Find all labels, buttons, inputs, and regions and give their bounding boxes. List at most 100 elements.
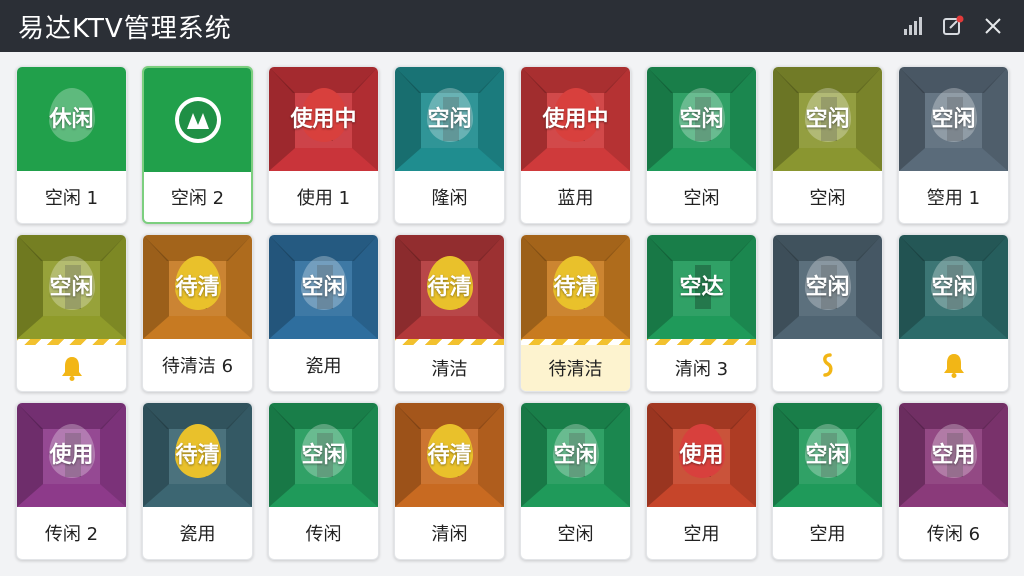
room-label: 清闲 (395, 507, 504, 559)
room-thumbnail: 待清 (143, 403, 252, 507)
room-thumbnail (144, 68, 251, 172)
room-status-text: 待清 (175, 275, 220, 300)
room-card[interactable]: 空闲 隆闲 (394, 66, 505, 224)
room-label: 空闲 (647, 171, 756, 223)
room-label: 传闲 (269, 507, 378, 559)
close-icon[interactable] (978, 11, 1008, 41)
room-label (17, 345, 126, 391)
room-status-text: 空闲 (805, 443, 850, 468)
room-thumbnail: 空闲 (773, 235, 882, 339)
room-card[interactable]: 待清 清洁 (394, 234, 505, 392)
room-label: 传闲 2 (17, 507, 126, 559)
room-status-text: 空闲 (301, 443, 346, 468)
room-label: 空用 (773, 507, 882, 559)
room-card[interactable]: 空闲 空闲 (646, 66, 757, 224)
room-card[interactable]: 空达清闲 3 (646, 234, 757, 392)
room-card[interactable]: 待清待清洁 6 (142, 234, 253, 392)
room-label-text: 传闲 2 (44, 524, 99, 545)
room-card[interactable]: 空闲 传闲 (268, 402, 379, 560)
room-card[interactable]: 空闲 空用 (772, 402, 883, 560)
room-card[interactable]: 空闲 空闲 (520, 402, 631, 560)
room-label-text: 待清洁 6 (161, 356, 234, 377)
room-thumbnail: 待清 (395, 403, 504, 507)
room-thumbnail: 使用中 (269, 67, 378, 171)
room-label: 传闲 6 (899, 507, 1008, 559)
room-card[interactable]: 空用传闲 6 (898, 402, 1009, 560)
room-label: 空闲 2 (144, 172, 251, 222)
room-status-text: 空闲 (427, 107, 472, 132)
bell-icon[interactable] (58, 354, 86, 382)
room-thumbnail: 空闲 (899, 235, 1008, 339)
title-bar: 易达KTV管理系统 (0, 0, 1024, 52)
room-label-text: 清闲 3 (674, 359, 729, 380)
room-status-text: 空闲 (931, 107, 976, 132)
room-status-text: 空闲 (553, 443, 598, 468)
room-label-text: 空闲 2 (170, 188, 225, 209)
room-label-text: 隆闲 (431, 188, 468, 209)
room-thumbnail: 空闲 (269, 403, 378, 507)
room-label-text: 空闲 (557, 524, 594, 545)
room-thumbnail: 空闲 (899, 67, 1008, 171)
room-status-text: 空闲 (301, 275, 346, 300)
room-label: 蓝用 (521, 171, 630, 223)
room-label-text: 使用 1 (296, 188, 351, 209)
room-card[interactable]: 使用传闲 2 (16, 402, 127, 560)
room-card[interactable]: 休闲 空闲 1 (16, 66, 127, 224)
room-thumbnail: 待清 (521, 235, 630, 339)
room-thumbnail: 空闲 (521, 403, 630, 507)
room-label-text: 空用 (683, 524, 720, 545)
room-card[interactable]: 空闲 (772, 234, 883, 392)
room-label-text: 瓷用 (179, 524, 216, 545)
room-thumbnail: 空闲 (395, 67, 504, 171)
room-card[interactable]: 空闲 瓷用 (268, 234, 379, 392)
room-thumbnail: 空达 (647, 235, 756, 339)
room-thumbnail: 空闲 (647, 67, 756, 171)
room-card[interactable]: 空闲 2 (142, 66, 253, 224)
room-card[interactable]: 使用 空用 (646, 402, 757, 560)
room-card[interactable]: 使用中使用 1 (268, 66, 379, 224)
app-title: 易达KTV管理系统 (18, 13, 232, 44)
edit-notify-icon[interactable] (938, 11, 968, 41)
room-thumbnail: 使用 (647, 403, 756, 507)
room-thumbnail: 空闲 (17, 235, 126, 339)
room-status-text: 空闲 (49, 275, 94, 300)
room-label: 清洁 (395, 345, 504, 391)
room-thumbnail: 空闲 (269, 235, 378, 339)
room-thumbnail: 空闲 (773, 67, 882, 171)
room-label: 空闲 (773, 171, 882, 223)
room-label: 隆闲 (395, 171, 504, 223)
room-status-text: 待清 (553, 275, 598, 300)
hook-icon[interactable] (814, 351, 842, 379)
room-label: 清闲 3 (647, 345, 756, 391)
room-thumbnail: 空闲 (773, 403, 882, 507)
room-thumbnail: 使用 (17, 403, 126, 507)
room-label-text: 空闲 (683, 188, 720, 209)
room-label-text: 空用 (809, 524, 846, 545)
room-card[interactable]: 待清 清闲 (394, 402, 505, 560)
room-thumbnail: 待清 (395, 235, 504, 339)
room-label-text: 传闲 (305, 524, 342, 545)
room-label: 空闲 1 (17, 171, 126, 223)
ktv-logo-icon (174, 97, 221, 143)
bell-icon[interactable] (940, 351, 968, 379)
room-card[interactable]: 空闲 (16, 234, 127, 392)
signal-icon[interactable] (898, 11, 928, 41)
room-card[interactable]: 待清 瓷用 (142, 402, 253, 560)
room-label: 空闲 (521, 507, 630, 559)
room-card[interactable]: 待清 待清洁 (520, 234, 631, 392)
room-card[interactable]: 使用中 蓝用 (520, 66, 631, 224)
room-card[interactable]: 空闲 箜用 1 (898, 66, 1009, 224)
room-label-text: 清洁 (431, 359, 468, 380)
room-status-text: 使用 (49, 443, 94, 468)
room-card[interactable]: 空闲 空闲 (772, 66, 883, 224)
room-status-text: 待清 (175, 443, 220, 468)
room-thumbnail: 使用中 (521, 67, 630, 171)
room-label-text: 蓝用 (557, 188, 594, 209)
room-card[interactable]: 空闲 (898, 234, 1009, 392)
room-status-text: 空闲 (931, 275, 976, 300)
room-label-text: 清闲 (431, 524, 468, 545)
room-thumbnail: 待清 (143, 235, 252, 339)
room-status-text: 空用 (931, 443, 976, 468)
room-thumbnail: 休闲 (17, 67, 126, 171)
room-label: 瓷用 (269, 339, 378, 391)
